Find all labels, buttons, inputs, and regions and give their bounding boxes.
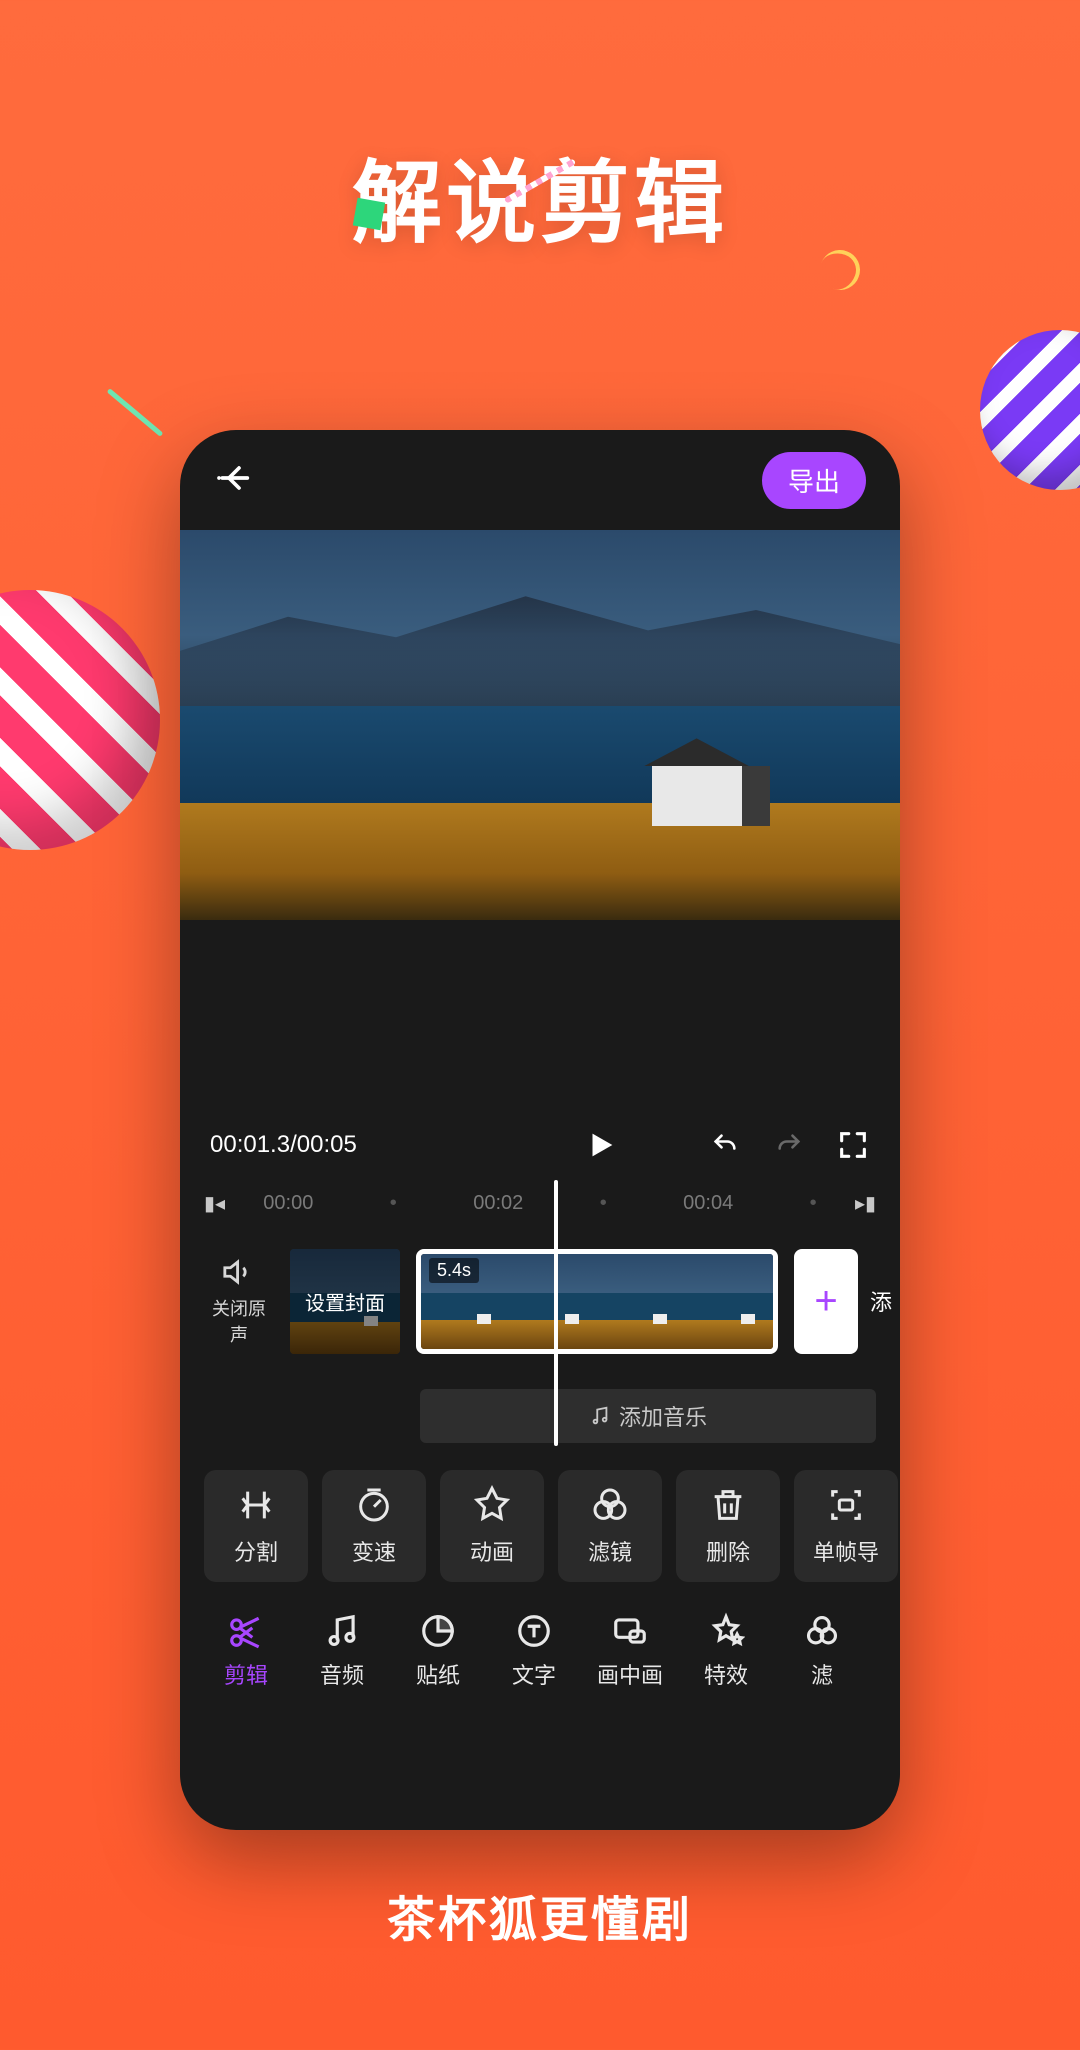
total-time: 00:05: [297, 1131, 357, 1158]
ruler-prev-icon[interactable]: ▮◂: [204, 1191, 225, 1216]
playback-time: 00:01.3/00:05: [210, 1131, 357, 1159]
ruler-mark: 00:00: [263, 1192, 313, 1215]
tab-label: 文字: [512, 1658, 556, 1690]
tab-edit[interactable]: 剪辑: [198, 1606, 294, 1696]
cover-label: 设置封面: [290, 1249, 400, 1354]
tool-filter[interactable]: 滤镜: [558, 1470, 662, 1582]
tab-audio[interactable]: 音频: [294, 1606, 390, 1696]
music-track-row: 添加音乐: [180, 1376, 900, 1456]
footer-tagline: 茶杯狐更懂剧: [0, 1880, 1080, 1950]
phone-frame: 导出 00:01.3/00:05 ▮◂ 00:00 • 00:02 • 00:0…: [180, 430, 900, 1830]
tab-label: 画中画: [597, 1658, 663, 1690]
tab-label: 剪辑: [224, 1658, 268, 1690]
add-clip-label: 添: [870, 1285, 900, 1317]
tab-text[interactable]: 文字: [486, 1606, 582, 1696]
current-time: 00:01.3: [210, 1131, 290, 1158]
tab-sticker[interactable]: 贴纸: [390, 1606, 486, 1696]
ruler-mark: 00:04: [683, 1192, 733, 1215]
tool-label: 删除: [706, 1535, 750, 1567]
clip-tools-row: 分割 变速 动画 滤镜 删除 单帧导: [180, 1456, 900, 1596]
tab-label: 特效: [704, 1658, 748, 1690]
add-music-label: 添加音乐: [619, 1400, 707, 1432]
add-clip-button[interactable]: +: [794, 1249, 858, 1354]
tool-label: 动画: [470, 1535, 514, 1567]
set-cover-button[interactable]: 设置封面: [290, 1249, 400, 1354]
decorative-ball-left: [0, 590, 160, 850]
playhead[interactable]: [554, 1180, 558, 1446]
tool-label: 分割: [234, 1535, 278, 1567]
playback-bar: 00:01.3/00:05: [180, 1110, 900, 1180]
export-button[interactable]: 导出: [762, 452, 866, 509]
play-button[interactable]: [584, 1128, 618, 1162]
tab-label: 音频: [320, 1658, 364, 1690]
mute-original-button[interactable]: 关闭原声: [204, 1255, 274, 1347]
redo-button[interactable]: [772, 1131, 806, 1159]
add-music-button[interactable]: 添加音乐: [420, 1389, 876, 1443]
clip-duration-badge: 5.4s: [429, 1258, 479, 1283]
tool-label: 变速: [352, 1535, 396, 1567]
tab-label: 贴纸: [416, 1658, 460, 1690]
tool-export-frame[interactable]: 单帧导: [794, 1470, 898, 1582]
video-preview[interactable]: [180, 530, 900, 920]
editor-topbar: 导出: [180, 430, 900, 530]
ruler-next-icon[interactable]: ▸▮: [855, 1191, 876, 1216]
tool-label: 滤镜: [588, 1535, 632, 1567]
bottom-tabs: 剪辑 音频 贴纸 文字 画中画 特效 滤: [180, 1596, 900, 1716]
hero-title: 解说剪辑: [0, 130, 1080, 260]
tool-label: 单帧导: [813, 1535, 879, 1567]
confetti-stripe: [107, 388, 164, 437]
mute-label: 关闭原声: [204, 1295, 274, 1347]
tool-animate[interactable]: 动画: [440, 1470, 544, 1582]
tab-filter[interactable]: 滤: [774, 1606, 870, 1696]
fullscreen-button[interactable]: [836, 1128, 870, 1162]
timeline[interactable]: 关闭原声 设置封面 5.4s + 添: [180, 1226, 900, 1376]
ruler-mark: 00:02: [473, 1192, 523, 1215]
tab-label: 滤: [811, 1658, 833, 1690]
video-clip[interactable]: 5.4s: [416, 1249, 778, 1354]
undo-button[interactable]: [708, 1131, 742, 1159]
decorative-ball-right: [980, 330, 1080, 490]
tab-fx[interactable]: 特效: [678, 1606, 774, 1696]
tool-delete[interactable]: 删除: [676, 1470, 780, 1582]
back-button[interactable]: [214, 458, 254, 503]
tool-split[interactable]: 分割: [204, 1470, 308, 1582]
tab-pip[interactable]: 画中画: [582, 1606, 678, 1696]
timeline-ruler[interactable]: ▮◂ 00:00 • 00:02 • 00:04 • ▸▮: [180, 1180, 900, 1226]
tool-speed[interactable]: 变速: [322, 1470, 426, 1582]
preview-letterbox: [180, 920, 900, 1110]
